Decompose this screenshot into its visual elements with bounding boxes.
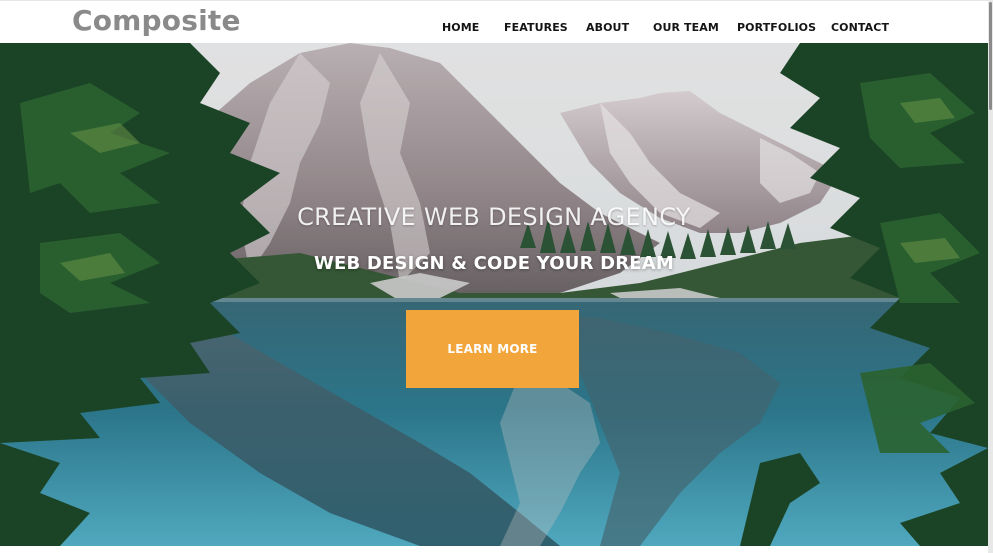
nav-link-about[interactable]: ABOUT xyxy=(586,21,629,34)
content-below-hero xyxy=(0,546,988,553)
hero-subtitle: WEB DESIGN & CODE YOUR DREAM xyxy=(313,253,675,274)
page: Composite HOME FEATURES ABOUT OUR TEAM P… xyxy=(0,0,988,553)
vertical-scrollbar[interactable] xyxy=(988,0,993,553)
nav-link-features[interactable]: FEATURES xyxy=(504,21,568,34)
hero-section: CREATIVE WEB DESIGN AGENCY WEB DESIGN & … xyxy=(0,43,988,546)
hero-title: CREATIVE WEB DESIGN AGENCY xyxy=(297,203,691,231)
scrollbar-thumb[interactable] xyxy=(989,2,992,110)
learn-more-button[interactable]: LEARN MORE xyxy=(406,310,579,388)
nav-link-home[interactable]: HOME xyxy=(442,21,479,34)
nav-link-portfolios[interactable]: PORTFOLIOS xyxy=(737,21,816,34)
hero-background-image xyxy=(0,43,988,546)
top-navbar: Composite HOME FEATURES ABOUT OUR TEAM P… xyxy=(0,0,988,43)
nav-link-our-team[interactable]: OUR TEAM xyxy=(653,21,719,34)
main-nav: HOME FEATURES ABOUT OUR TEAM PORTFOLIOS … xyxy=(0,21,988,37)
nav-link-contact[interactable]: CONTACT xyxy=(831,21,889,34)
